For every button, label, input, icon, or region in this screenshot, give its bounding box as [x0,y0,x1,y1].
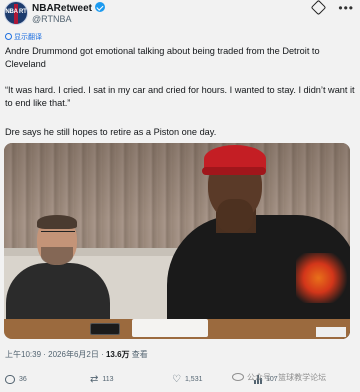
like-button[interactable]: ♡ 1,531 [172,374,203,385]
tweet-time[interactable]: 上午10:39 [5,350,41,359]
tweet-header: NBA RT NBARetweet @RTNBA ••• [0,0,360,28]
views-label: 查看 [131,350,148,359]
tweet-paragraph-2: “It was hard. I cried. I sat in my car a… [5,85,355,108]
views-count: 13.6万 [105,350,130,359]
phone-on-table [90,323,120,335]
globe-icon [5,33,12,40]
tweet-paragraph-1: Andre Drummond got emotional talking abo… [5,46,320,69]
right-person-hand [217,199,253,233]
watermark-text: 公众号 · 篮球教学论坛 [247,373,327,382]
left-person-hair [37,215,77,229]
tweet-meta: 上午10:39 · 2026年6月2日 · 13.6万 查看 [5,349,148,360]
header-actions: ••• [311,0,354,16]
avatar-logo-text: NBA RT [5,9,27,15]
reply-count: 36 [19,376,27,383]
heart-icon: ♡ [172,374,181,385]
glasses [41,231,75,237]
left-person-beard [41,247,73,265]
more-options-icon[interactable]: ••• [338,2,354,14]
jersey-flame-graphic [296,253,350,303]
napkin [316,327,346,337]
tweet-paragraph-3: Dre says he still hopes to retire as a P… [5,127,217,137]
verified-badge-icon [95,2,106,12]
wechat-icon [232,373,244,381]
red-cap-brim [202,167,266,175]
retweet-count: 113 [102,376,114,383]
display-name-line[interactable]: NBARetweet [32,2,106,14]
wechat-watermark: 公众号 · 篮球教学论坛 [232,372,326,383]
reply-button[interactable]: 36 [5,375,27,384]
paper-on-table [132,319,208,337]
display-name[interactable]: NBARetweet [32,3,92,14]
show-translation-link[interactable]: 显示翻译 [5,32,42,42]
grok-icon[interactable] [311,0,327,16]
reply-icon [5,375,15,384]
retweet-button[interactable]: ⇄ 113 [90,374,114,385]
account-avatar[interactable]: NBA RT [4,1,28,25]
tweet-media-photo[interactable] [4,143,350,339]
account-handle[interactable]: @RTNBA [32,14,71,24]
retweet-icon: ⇄ [90,374,99,385]
show-translation-label: 显示翻译 [14,34,42,41]
tweet-date[interactable]: 2026年6月2日 [48,350,99,359]
like-count: 1,531 [184,376,203,383]
